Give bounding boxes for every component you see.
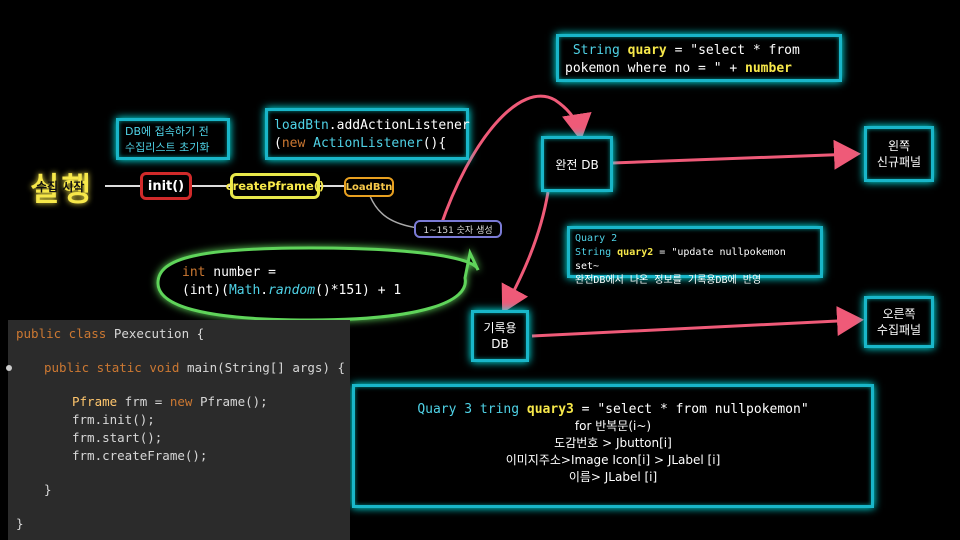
createpframe-node: createPframe() [226,173,324,199]
init-note-line1: DB에 접속하기 전 [125,125,209,138]
new-keyword: new [281,136,306,151]
right-panel-line2: 수집패널 [876,323,922,337]
query2-title: Quary 2 [575,233,618,244]
code-line-7: } [44,482,52,497]
paren-close: (){ [422,136,447,151]
code-line-2: public static void main(String[] args) { [44,360,345,375]
action-listener-text: ActionListener [305,136,423,151]
code-pframe-type: Pframe [72,394,118,409]
arrow-to-record-db [501,191,550,314]
query3-dex-number: 도감번호 > Jbutton[i] [554,436,672,450]
left-panel-line2: 신규패널 [876,155,922,169]
code-class-name: Pexecution { [106,326,205,341]
code-line-3: Pframe frm = new Pframe(); [72,394,268,409]
right-panel-line1: 오른쪽 [882,307,916,321]
query2-note: 완전DB에서 나온 정보를 기록용DB에 반영 [575,275,762,286]
dot-text: . [260,283,269,298]
code-frm-assign: frm = [117,394,170,409]
cast-text: (int)( [182,283,229,298]
random-expr-rest: ()*151) + 1 [315,283,402,298]
random-method: random [268,283,316,298]
query1-type: String [572,43,628,58]
code-kw-new: new [169,394,193,409]
left-panel-line1: 왼쪽 [887,139,911,153]
query3-sql: = "select * from nullpokemon" [573,402,809,417]
code-main-sig: main(String[] args) { [179,360,346,375]
code-line-5: frm.start(); [72,430,163,445]
query1-number: number [745,61,792,76]
code-kw-class: public class [16,326,107,341]
code-line-8: } [16,516,24,531]
query2-type: String [575,247,618,258]
query1-var: quary [627,43,667,58]
query2-box: Quary 2 String quary2 = "update nullpoke… [567,226,823,286]
random-bubble-text: int number = (int)(Math.random()*151) + … [182,264,401,300]
paren-open: ( [274,136,282,151]
right-panel-node: 오른쪽 수집패널 [864,296,934,348]
breakpoint-dot [6,365,12,371]
run-underlabel: 수집 시작 [36,180,85,194]
loadbtn-to-tag-line [369,195,419,229]
init-node: init() [140,172,192,200]
query3-loop: for 반복문(i~) [574,419,652,433]
arrow-to-right-panel [531,306,864,338]
add-listener-text: .addActionListener [328,118,470,133]
code-line-6: frm.createFrame(); [72,448,208,463]
record-db-node: 기록용 DB [471,310,529,362]
code-panel: public class Pexecution { public static … [6,320,350,540]
query1-sql: = "select * from [666,43,800,58]
init-note-line2: 수집리스트 초기화 [125,141,210,154]
random-tag: 1~151 숫자 생성 [414,220,502,238]
full-db-node: 완전 DB [541,136,613,192]
code-kw-main: public static void [44,360,180,375]
loadbtn-ident: loadBtn [274,118,329,133]
record-db-line2: DB [491,337,509,351]
record-db-line1: 기록용 [483,321,517,335]
query2-var: quary2 [617,247,654,258]
query3-name: 이름> JLabel [i] [568,470,658,484]
left-panel-node: 왼쪽 신규패널 [864,126,934,182]
number-decl: number = [205,265,276,280]
code-line-4: frm.init(); [72,412,155,427]
code-line-1: public class Pexecution { [16,326,204,341]
init-note: DB에 접속하기 전 수집리스트 초기화 [116,118,230,160]
query1-sql-2: pokemon where no = " + [565,61,746,76]
query3-var: quary3 [526,402,574,417]
arrow-to-left-panel [611,139,861,170]
loadbtn-node: LoadBtn [344,177,394,197]
listener-note: loadBtn.addActionListener (new ActionLis… [265,108,470,160]
query3-type: Quary 3 tring [417,402,527,417]
query3-image: 이미지주소>Image Icon[i] > JLabel [i] [505,453,721,467]
code-ctor: Pframe(); [192,394,268,409]
math-class: Math [228,283,261,298]
query3-box: Quary 3 tring quary3 = "select * from nu… [352,384,874,508]
int-keyword: int [182,265,206,280]
query1-box: String quary = "select * from pokemon wh… [556,34,842,82]
